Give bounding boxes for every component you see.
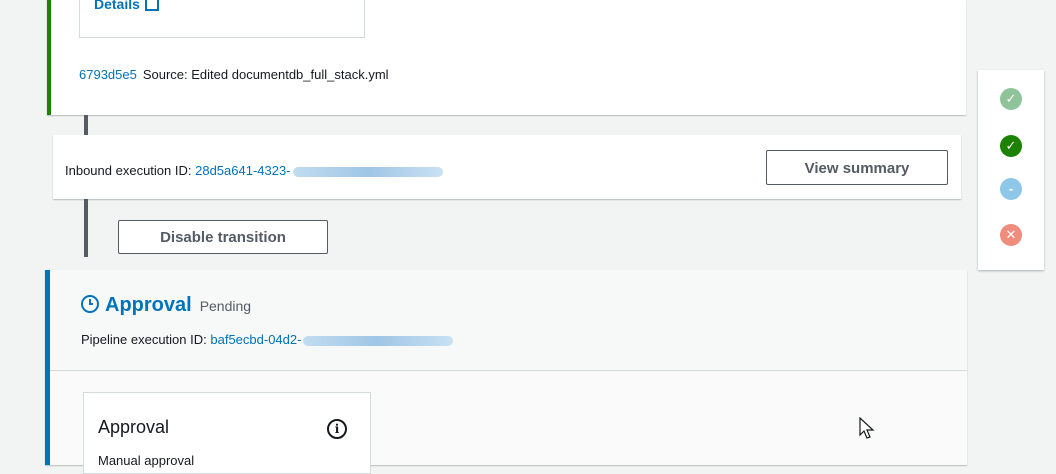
connector-line-bottom <box>84 199 88 257</box>
action-title: Approval <box>98 417 170 437</box>
pipeline-label: Pipeline execution ID: <box>81 332 207 347</box>
mouse-cursor-icon <box>859 417 875 439</box>
info-icon[interactable]: i <box>327 419 347 439</box>
inbound-execution: Inbound execution ID: 28d5a641-4323- <box>65 163 443 178</box>
commit-message: Source: Edited documentdb_full_stack.yml <box>142 67 389 82</box>
redacted-id <box>292 166 443 177</box>
transition-bar: Inbound execution ID: 28d5a641-4323- Vie… <box>53 135 961 199</box>
check-circle-icon: ✓ <box>1000 88 1022 110</box>
inbound-execution-id-link[interactable]: 28d5a641-4323- <box>195 163 290 178</box>
source-action-card: Details <box>79 0 365 38</box>
commit-id-link[interactable]: 6793d5e5 <box>79 67 137 82</box>
stage-status: Pending <box>199 298 252 314</box>
approval-stage-header: Approval Pending Pipeline execution ID: b… <box>50 270 967 371</box>
approval-stage-title: Approval Pending <box>81 294 251 317</box>
in-progress-icon: - <box>1000 178 1022 200</box>
redacted-id <box>303 335 454 346</box>
x-circle-icon: ✕ <box>1000 224 1022 246</box>
action-subtitle: Manual approval <box>98 453 195 468</box>
approval-action-card[interactable]: Approval i Manual approval <box>83 392 371 474</box>
disable-transition-button[interactable]: Disable transition <box>118 220 328 254</box>
view-summary-button[interactable]: View summary <box>766 150 948 185</box>
status-legend-panel: ✓ ✓ - ✕ <box>978 70 1044 270</box>
source-stage: Details 6793d5e5 Source: Edited documentd… <box>47 0 966 115</box>
pipeline-execution-id-link[interactable]: baf5ecbd-04d2- <box>210 332 301 347</box>
stage-name: Approval <box>105 294 192 316</box>
source-commit-line: 6793d5e5 Source: Edited documentdb_full_s… <box>79 67 389 82</box>
pipeline-execution: Pipeline execution ID: baf5ecbd-04d2- <box>81 332 454 347</box>
connector-line-top <box>84 115 88 135</box>
clock-icon <box>81 294 99 313</box>
details-link[interactable]: Details <box>94 0 159 12</box>
check-circle-icon: ✓ <box>1000 135 1022 157</box>
approval-stage: Approval Pending Pipeline execution ID: b… <box>45 270 967 474</box>
external-link-icon <box>144 0 159 12</box>
inbound-label: Inbound execution ID: <box>65 163 192 178</box>
details-label: Details <box>94 0 140 12</box>
